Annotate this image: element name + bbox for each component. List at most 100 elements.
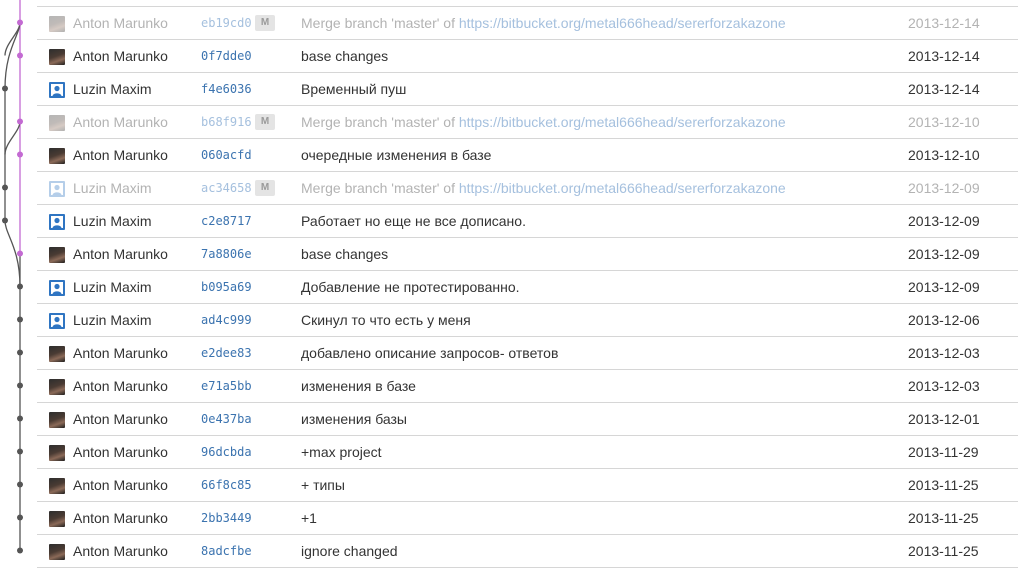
commit-row[interactable]: Luzin Maxim ac34658 M Merge branch 'master'…: [37, 171, 1018, 204]
commit-author[interactable]: Anton Marunko: [73, 246, 168, 262]
commit-row[interactable]: Luzin Maxim ad4c999 Скинул то что есть у м…: [37, 303, 1018, 336]
commit-row[interactable]: Anton Marunko 2bb3449 +1 2013-11-25: [37, 501, 1018, 534]
commit-message-link[interactable]: https://bitbucket.org/metal666head/serer…: [459, 180, 786, 196]
commit-author[interactable]: Anton Marunko: [73, 48, 168, 64]
merge-badge: M: [255, 114, 275, 130]
commit-author[interactable]: Anton Marunko: [73, 411, 168, 427]
commit-hash-link[interactable]: 8adcfbe: [201, 544, 252, 558]
commit-author[interactable]: Anton Marunko: [73, 378, 168, 394]
commit-message-text: добавлено описание запросов- ответов: [301, 345, 559, 361]
graph-node: [17, 283, 23, 290]
graph-node: [17, 316, 23, 323]
commit-row[interactable]: Anton Marunko 8adcfbe ignore changed 2013-1…: [37, 534, 1018, 568]
anton-avatar[interactable]: [49, 379, 65, 395]
commit-message-text: очередные изменения в базе: [301, 147, 492, 163]
commit-author[interactable]: Anton Marunko: [73, 510, 168, 526]
commit-message: +1: [301, 510, 317, 526]
anton-avatar[interactable]: [49, 511, 65, 527]
commit-message-text: Временный пуш: [301, 81, 407, 97]
anton-avatar[interactable]: [49, 16, 65, 32]
commit-message-link[interactable]: https://bitbucket.org/metal666head/serer…: [459, 114, 786, 130]
commit-author[interactable]: Anton Marunko: [73, 477, 168, 493]
commit-author[interactable]: Luzin Maxim: [73, 312, 152, 328]
commit-row[interactable]: Luzin Maxim b095a69 Добавление не протести…: [37, 270, 1018, 303]
commit-message: base changes: [301, 246, 388, 262]
commit-message: + типы: [301, 477, 345, 493]
luzin-avatar[interactable]: [49, 313, 65, 329]
commit-hash-link[interactable]: f4e6036: [201, 82, 252, 96]
commit-author[interactable]: Anton Marunko: [73, 345, 168, 361]
graph-node: [2, 184, 8, 191]
commit-row[interactable]: Luzin Maxim c2e8717 Работает но еще не все…: [37, 204, 1018, 237]
commit-date: 2013-12-14: [908, 48, 980, 64]
commit-message-link[interactable]: https://bitbucket.org/metal666head/serer…: [459, 15, 786, 31]
commit-date: 2013-11-29: [908, 444, 979, 460]
commit-row[interactable]: Anton Marunko 060acfd очередные изменения …: [37, 138, 1018, 171]
commit-author[interactable]: Luzin Maxim: [73, 180, 152, 196]
commit-row[interactable]: Anton Marunko 96dcbda +max project 2013-11-…: [37, 435, 1018, 468]
commit-hash-link[interactable]: 060acfd: [201, 148, 252, 162]
commit-hash-link[interactable]: b68f916: [201, 115, 252, 129]
commit-date: 2013-11-25: [908, 477, 979, 493]
commit-row[interactable]: Anton Marunko 7a8806e base changes 2013-12-…: [37, 237, 1018, 270]
commit-hash-link[interactable]: c2e8717: [201, 214, 252, 228]
commit-author[interactable]: Anton Marunko: [73, 147, 168, 163]
commit-date: 2013-12-09: [908, 213, 980, 229]
anton-avatar[interactable]: [49, 478, 65, 494]
commit-author[interactable]: Luzin Maxim: [73, 279, 152, 295]
commit-graph: [2, 0, 23, 554]
anton-avatar[interactable]: [49, 148, 65, 164]
commit-message-text: base changes: [301, 246, 389, 262]
anton-avatar[interactable]: [49, 346, 65, 362]
luzin-avatar[interactable]: [49, 82, 65, 98]
anton-avatar[interactable]: [49, 49, 65, 65]
anton-avatar[interactable]: [49, 544, 65, 560]
commit-hash-link[interactable]: ad4c999: [201, 313, 252, 327]
commit-row[interactable]: Anton Marunko 0f7dde0 base changes 2013-12-…: [37, 39, 1018, 72]
commit-hash-link[interactable]: 66f8c85: [201, 478, 252, 492]
commit-message-text: base changes: [301, 48, 389, 64]
commit-row[interactable]: Anton Marunko 66f8c85 + типы 2013-11-25: [37, 468, 1018, 501]
commit-hash-link[interactable]: 7a8806e: [201, 247, 252, 261]
commit-row[interactable]: Anton Marunko e71a5bb изменения в базе 2013…: [37, 369, 1018, 402]
commit-hash-link[interactable]: 96dcbda: [201, 445, 252, 459]
luzin-avatar[interactable]: [49, 181, 65, 197]
commit-hash-link[interactable]: e2dee83: [201, 346, 252, 360]
anton-avatar[interactable]: [49, 247, 65, 263]
commit-row[interactable]: Anton Marunko e2dee83 добавлено описание з…: [37, 336, 1018, 369]
commit-message: изменения в базе: [301, 378, 416, 394]
commit-message: Merge branch 'master' of https://bitbuck…: [301, 180, 786, 196]
commit-hash-link[interactable]: e71a5bb: [201, 379, 252, 393]
commit-author[interactable]: Anton Marunko: [73, 114, 168, 130]
commit-hash-link[interactable]: 0e437ba: [201, 412, 252, 426]
commit-row[interactable]: Luzin Maxim f4e6036 Временный пуш 2013-12-1…: [37, 72, 1018, 105]
commit-hash-link[interactable]: b095a69: [201, 280, 252, 294]
graph-line: [4, 121, 21, 155]
graph-node: [17, 52, 23, 59]
commit-row[interactable]: Anton Marunko b68f916 M Merge branch 'maste…: [37, 105, 1018, 138]
commit-hash-link[interactable]: eb19cd0: [201, 16, 252, 30]
commit-author[interactable]: Anton Marunko: [73, 543, 168, 559]
commit-hash-link[interactable]: 2bb3449: [201, 511, 252, 525]
commit-author[interactable]: Luzin Maxim: [73, 213, 152, 229]
commit-date: 2013-12-09: [908, 180, 980, 196]
graph-node: [17, 481, 23, 488]
luzin-avatar[interactable]: [49, 214, 65, 230]
commit-hash-link[interactable]: 0f7dde0: [201, 49, 252, 63]
commit-author[interactable]: Luzin Maxim: [73, 81, 152, 97]
anton-avatar[interactable]: [49, 412, 65, 428]
commit-hash-link[interactable]: ac34658: [201, 181, 252, 195]
commit-author[interactable]: Anton Marunko: [73, 444, 168, 460]
commit-message: очередные изменения в базе: [301, 147, 491, 163]
anton-avatar[interactable]: [49, 445, 65, 461]
luzin-avatar[interactable]: [49, 280, 65, 296]
graph-node: [17, 151, 23, 158]
commit-row[interactable]: Anton Marunko eb19cd0 M Merge branch 'maste…: [37, 6, 1018, 39]
commit-date: 2013-12-14: [908, 81, 980, 97]
commit-date: 2013-12-06: [908, 312, 980, 328]
commit-date: 2013-12-10: [908, 147, 980, 163]
commit-row[interactable]: Anton Marunko 0e437ba изменения базы 2013-1…: [37, 402, 1018, 435]
commit-author[interactable]: Anton Marunko: [73, 15, 168, 31]
anton-avatar[interactable]: [49, 115, 65, 131]
graph-node: [17, 514, 23, 521]
